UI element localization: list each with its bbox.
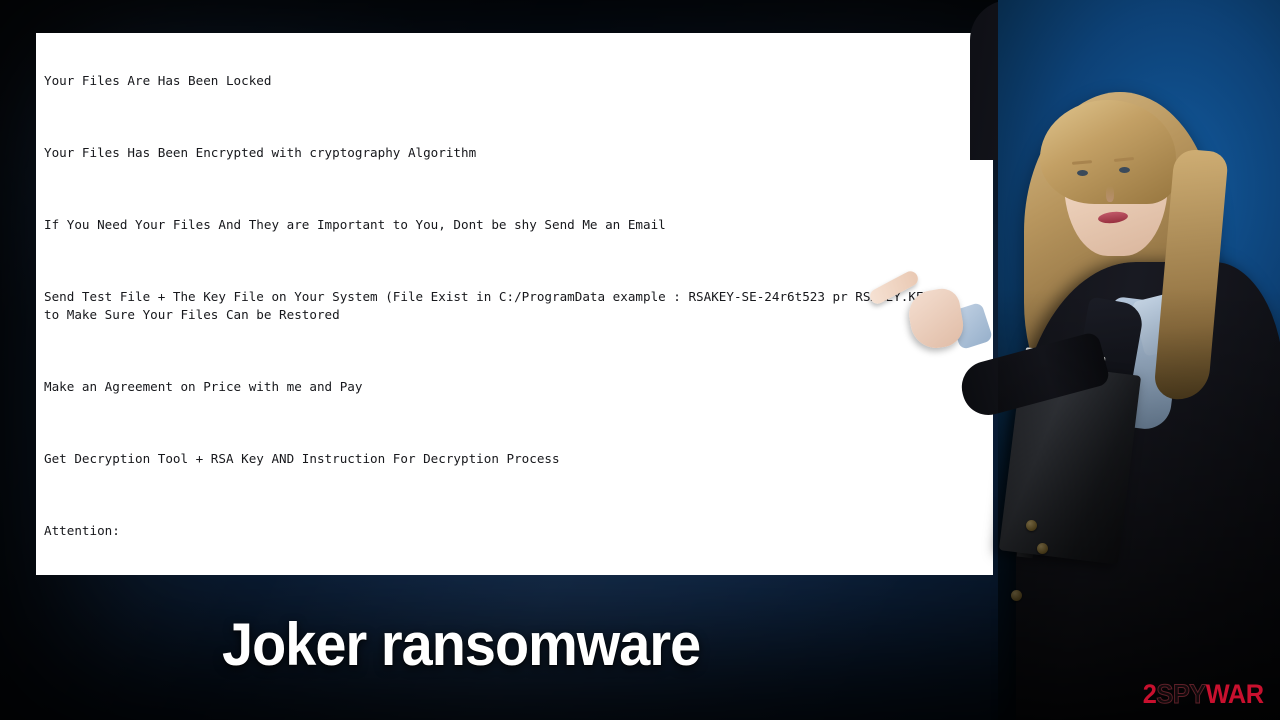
note-line-key-file: Send Test File + The Key File on Your Sy…	[44, 289, 939, 322]
note-line: Your Files Has Been Encrypted with crypt…	[44, 145, 477, 160]
note-line: Make an Agreement on Price with me and P…	[44, 379, 363, 394]
ransom-note-text[interactable]: Your Files Are Has Been Locked Your File…	[44, 36, 993, 575]
page-title: Joker ransomware	[222, 611, 701, 678]
note-attention-heading: Attention:	[44, 523, 120, 538]
watermark-2: 2	[1143, 679, 1157, 709]
stock-photo-woman	[867, 0, 1280, 720]
screenshot-canvas: Your Files Are Has Been Locked Your File…	[0, 0, 1280, 720]
site-watermark-logo[interactable]: 2SPYWAR	[1143, 679, 1264, 709]
note-line: Get Decryption Tool + RSA Key AND Instru…	[44, 451, 560, 466]
watermark-spy: SPY	[1156, 679, 1207, 709]
ransom-note-panel[interactable]: Your Files Are Has Been Locked Your File…	[36, 33, 993, 575]
note-line: If You Need Your Files And They are Impo…	[44, 217, 666, 232]
note-line: Your Files Are Has Been Locked	[44, 73, 272, 88]
watermark-war: WAR	[1206, 679, 1264, 709]
photo-bottom-shade	[998, 0, 1280, 720]
